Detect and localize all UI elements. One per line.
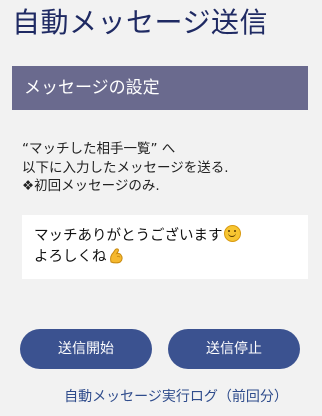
page-title: 自動メッセージ送信 bbox=[12, 6, 268, 39]
smiling-face-icon bbox=[223, 225, 241, 242]
description-line-1: “マッチした相手一覧” へ bbox=[22, 141, 176, 157]
description-line-2: 以下に入力したメッセージを送る. bbox=[22, 159, 229, 176]
message-line-1: マッチありがとうございます bbox=[34, 225, 296, 247]
section-header-message-settings: メッセージの設定 bbox=[12, 66, 308, 110]
stop-sending-button[interactable]: 送信停止 bbox=[168, 329, 300, 369]
message-line-1-text: マッチありがとうございます bbox=[34, 228, 223, 244]
description-line-3: ❖初回メッセージのみ. bbox=[22, 178, 160, 194]
execution-log-link[interactable]: 自動メッセージ実行ログ（前回分） bbox=[0, 386, 322, 408]
flexed-biceps-icon bbox=[108, 247, 125, 271]
message-line-2-text: よろしくね bbox=[34, 249, 107, 265]
start-sending-button[interactable]: 送信開始 bbox=[20, 329, 152, 369]
message-line-2: よろしくね bbox=[34, 247, 296, 271]
message-textarea[interactable]: マッチありがとうございます よろしくね bbox=[22, 215, 308, 279]
description-text: “マッチした相手一覧” へ 以下に入力したメッセージを送る. ❖初回メッセージの… bbox=[22, 140, 229, 196]
